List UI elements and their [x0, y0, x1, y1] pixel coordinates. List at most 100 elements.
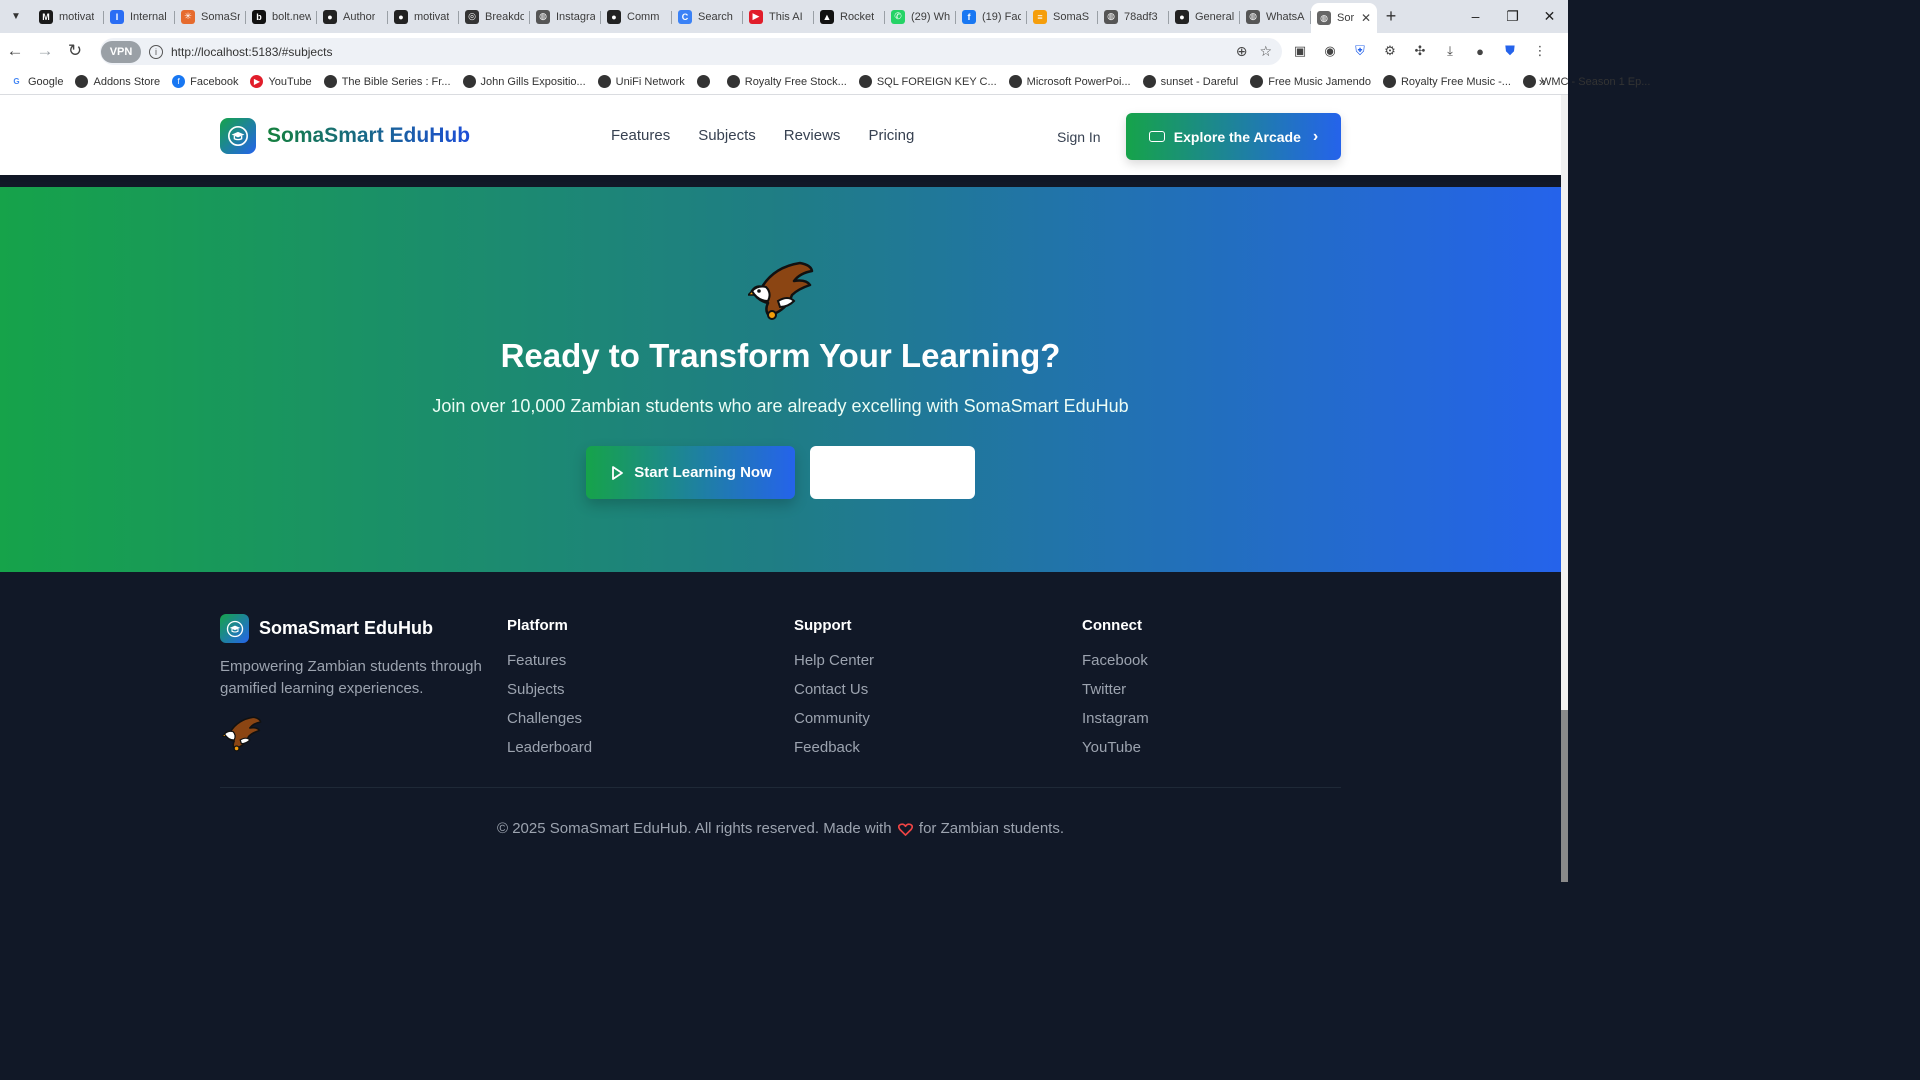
bookmark-item[interactable]: SQL FOREIGN KEY C... [858, 75, 997, 88]
tab-favicon-icon: ◍ [1246, 9, 1260, 24]
bookmark-item[interactable]: Royalty Free Music -... [1382, 75, 1511, 88]
browser-tab[interactable]: ▲ Rocket [814, 4, 885, 30]
vpn-badge[interactable]: VPN [101, 40, 141, 63]
tab-title: bolt.new [272, 10, 311, 23]
footer-link[interactable]: Subjects [507, 681, 592, 700]
bookmark-item[interactable]: The Bible Series : Fr... [323, 75, 451, 88]
browser-tab[interactable]: ◎ Breakdo [459, 4, 530, 30]
bookmark-item[interactable]: Microsoft PowerPoi... [1008, 75, 1131, 88]
bookmark-item[interactable]: UniFi Network [597, 75, 685, 88]
zoom-icon[interactable]: ⊕ [1236, 43, 1248, 60]
bookmark-item[interactable]: f Facebook [172, 75, 238, 88]
bookmark-star-icon[interactable]: ☆ [1259, 43, 1272, 60]
footer-logo[interactable]: SomaSmart EduHub [220, 614, 433, 643]
browser-tab[interactable]: C Search [672, 4, 743, 30]
nav-link-pricing[interactable]: Pricing [868, 127, 914, 144]
cta-title: Ready to Transform Your Learning? [500, 337, 1061, 374]
bookmark-item[interactable]: sunset - Dareful [1142, 75, 1238, 88]
browser-tab[interactable]: ● Author [317, 4, 388, 30]
chevron-right-icon: › [1312, 127, 1319, 145]
scrollbar-thumb[interactable] [1561, 710, 1568, 882]
footer-link[interactable]: Features [507, 652, 592, 671]
extension-shield-icon[interactable]: ⛨ [1350, 41, 1370, 61]
browser-tab[interactable]: I Internal [104, 4, 175, 30]
bookmark-item[interactable]: G Google [10, 75, 63, 88]
site-footer: SomaSmart EduHub Empowering Zambian stud… [0, 572, 1561, 882]
bookmark-favicon-icon: G [10, 75, 23, 88]
browser-tab[interactable]: f (19) Fac [956, 4, 1027, 30]
browser-tab[interactable]: ● General [1169, 4, 1240, 30]
url-text[interactable]: http://localhost:5183/#subjects [171, 45, 332, 59]
restore-button[interactable]: ❐ [1494, 8, 1531, 25]
new-tab-button[interactable]: + [1377, 6, 1405, 27]
browser-tab[interactable]: ◍ Instagra [530, 4, 601, 30]
browser-tab[interactable]: ● motivat [388, 4, 459, 30]
bookmark-favicon-icon [75, 75, 89, 88]
cta-subtitle: Join over 10,000 Zambian students who ar… [432, 396, 1129, 416]
footer-link[interactable]: Help Center [794, 652, 874, 671]
bookmark-favicon-icon [858, 75, 872, 88]
forward-button[interactable]: → [30, 41, 60, 61]
minimize-button[interactable]: – [1457, 8, 1494, 25]
bookmark-item[interactable]: ▶ YouTube [250, 75, 312, 88]
bitwarden-icon[interactable]: ⛊ [1500, 41, 1520, 61]
secondary-cta-button[interactable] [810, 446, 975, 499]
profile-icon[interactable]: ● [1470, 41, 1490, 61]
reload-button[interactable]: ↻ [60, 41, 90, 61]
bookmark-favicon-icon: f [172, 75, 186, 88]
footer-link[interactable]: Contact Us [794, 681, 874, 700]
bookmark-favicon-icon [1250, 75, 1264, 88]
browser-tab-active[interactable]: ◍ Sor ✕ [1311, 3, 1377, 33]
browser-tab[interactable]: ◍ 78adf3 [1098, 4, 1169, 30]
bookmarks-overflow-icon[interactable]: » [1539, 74, 1546, 89]
start-learning-button[interactable]: Start Learning Now [586, 446, 795, 499]
browser-tab[interactable]: Mmotivat [33, 4, 104, 30]
extension-icon[interactable]: ◉ [1320, 41, 1340, 61]
extension-icon[interactable]: ⚙ [1380, 41, 1400, 61]
close-window-button[interactable]: ✕ [1531, 8, 1568, 25]
site-header: SomaSmart EduHub Features Subjects Revie… [0, 95, 1561, 175]
tab-favicon-icon: ✆ [891, 9, 905, 24]
browser-tab[interactable]: ▶ This AI [743, 4, 814, 30]
footer-link[interactable]: YouTube [1082, 739, 1149, 758]
bookmark-item[interactable]: Free Music Jamendo [1250, 75, 1371, 88]
bookmark-item[interactable]: John Gills Expositio... [462, 75, 586, 88]
download-icon[interactable]: ⤓ [1440, 41, 1460, 61]
browser-toolbar: ← → ↻ VPN i http://localhost:5183/#subje… [0, 33, 1568, 69]
footer-link[interactable]: Challenges [507, 710, 592, 729]
close-tab-icon[interactable]: ✕ [1357, 11, 1371, 25]
footer-link[interactable]: Twitter [1082, 681, 1149, 700]
bookmark-item[interactable]: Royalty Free Stock... [726, 75, 847, 88]
site-logo[interactable]: SomaSmart EduHub [220, 118, 470, 154]
sign-in-link[interactable]: Sign In [1057, 129, 1101, 145]
bookmark-label: John Gills Expositio... [480, 75, 586, 88]
back-button[interactable]: ← [0, 41, 30, 61]
explore-arcade-button[interactable]: Explore the Arcade › [1126, 113, 1341, 160]
page-scrollbar[interactable] [1561, 95, 1568, 882]
browser-tab[interactable]: ✆ (29) Wh [885, 4, 956, 30]
browser-tab[interactable]: ● Comm [601, 4, 672, 30]
nav-link-features[interactable]: Features [611, 127, 670, 144]
bookmark-item[interactable] [696, 75, 715, 88]
tab-title: General [1195, 10, 1234, 23]
tab-search-button[interactable]: ▼ [5, 6, 27, 28]
browser-tab[interactable]: ✳ SomaSr [175, 4, 246, 30]
extension-icon[interactable]: ▣ [1290, 41, 1310, 61]
nav-link-subjects[interactable]: Subjects [698, 127, 756, 144]
footer-link[interactable]: Instagram [1082, 710, 1149, 729]
bookmark-favicon-icon [1522, 75, 1536, 88]
nav-link-reviews[interactable]: Reviews [784, 127, 841, 144]
browser-tab[interactable]: ≡ SomaS [1027, 4, 1098, 30]
browser-tab[interactable]: b bolt.new [246, 4, 317, 30]
browser-tab[interactable]: ◍ WhatsA [1240, 4, 1311, 30]
footer-link[interactable]: Leaderboard [507, 739, 592, 758]
footer-link[interactable]: Facebook [1082, 652, 1149, 671]
address-bar[interactable]: VPN i http://localhost:5183/#subjects ⊕ … [100, 38, 1282, 65]
footer-link[interactable]: Community [794, 710, 874, 729]
footer-link[interactable]: Feedback [794, 739, 874, 758]
extensions-area: ▣ ◉ ⛨ ⚙ ✣ ⤓ ● ⛊ ⋮ [1290, 41, 1550, 61]
puzzle-icon[interactable]: ✣ [1410, 41, 1430, 61]
site-info-icon[interactable]: i [149, 44, 163, 59]
bookmark-item[interactable]: Addons Store [75, 75, 160, 88]
menu-dots-icon[interactable]: ⋮ [1530, 41, 1550, 61]
